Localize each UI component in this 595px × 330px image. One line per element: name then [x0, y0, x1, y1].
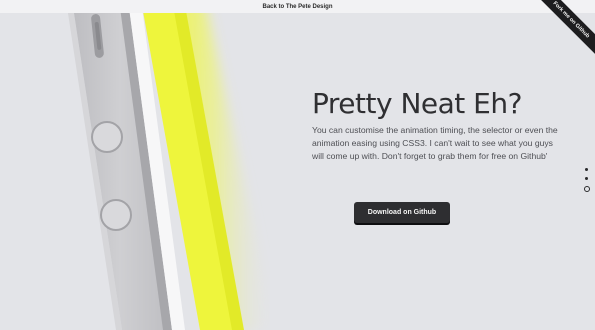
- top-bar: Back to The Pete Design: [0, 0, 595, 13]
- description: You can customise the animation timing, …: [312, 125, 558, 161]
- pagination-dot-2[interactable]: [585, 177, 588, 180]
- github-ribbon-band[interactable]: Fork me on Github: [535, 0, 595, 57]
- back-link[interactable]: Back to The Pete Design: [262, 4, 332, 10]
- hero-content: Pretty Neat Eh? You can customise the an…: [312, 85, 562, 163]
- pagination-dot-1[interactable]: [585, 168, 588, 171]
- download-github-button[interactable]: Download on Github: [354, 202, 450, 223]
- pagination-dot-3[interactable]: [584, 186, 590, 192]
- github-ribbon[interactable]: Fork me on Github: [535, 0, 595, 60]
- github-ribbon-label[interactable]: Fork me on Github: [552, 1, 591, 40]
- pagination-dots: [584, 168, 590, 198]
- phone-illustration: [66, 0, 270, 330]
- headline: Pretty Neat Eh?: [312, 87, 522, 120]
